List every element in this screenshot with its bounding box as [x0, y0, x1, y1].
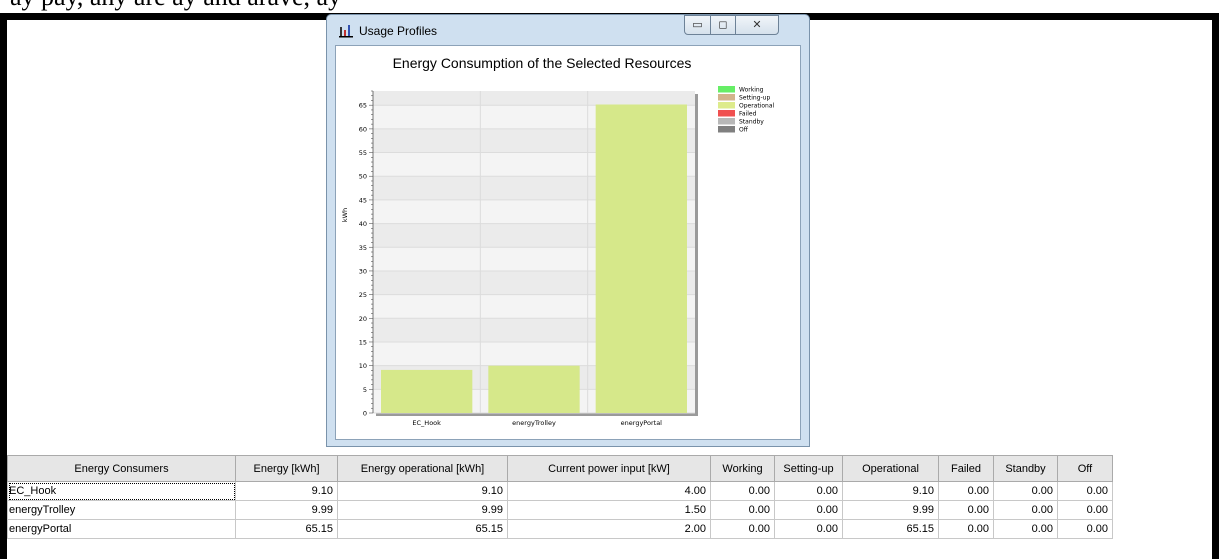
- legend-label: Operational: [739, 103, 775, 110]
- x-tick-label: energyPortal: [621, 419, 663, 427]
- column-header[interactable]: Failed: [938, 455, 994, 482]
- y-axis-label: kWh: [341, 208, 349, 222]
- value-cell: 0.00: [1057, 519, 1113, 539]
- legend-swatch: [718, 118, 735, 125]
- value-cell: 9.99: [235, 500, 338, 520]
- maximize-icon: ◻: [718, 18, 728, 31]
- y-tick-label: 40: [359, 220, 367, 228]
- value-cell: 4.00: [507, 481, 711, 501]
- column-header[interactable]: Standby: [993, 455, 1058, 482]
- legend-label: Off: [739, 127, 749, 134]
- table-row[interactable]: EC_Hook 9.10 9.10 4.00 0.00 0.00 9.10 0.00 0.00 0…: [7, 481, 1113, 501]
- y-tick-label: 60: [359, 125, 367, 133]
- y-tick-label: 15: [359, 338, 367, 346]
- bar-energytrolley: [488, 365, 580, 413]
- frame-left-border: [0, 13, 7, 559]
- y-tick-label: 20: [359, 315, 367, 323]
- value-cell: 9.10: [235, 481, 338, 501]
- column-header[interactable]: Working: [710, 455, 775, 482]
- legend-label: Setting-up: [739, 95, 770, 102]
- table-row[interactable]: energyTrolley 9.99 9.99 1.50 0.00 0.00 9.99 0.0…: [7, 500, 1113, 520]
- value-cell: 0.00: [993, 500, 1058, 520]
- bar-energyportal: [595, 104, 687, 413]
- frame-right-border: [1212, 13, 1219, 559]
- y-tick-label: 35: [359, 244, 367, 252]
- consumer-name-cell: energyPortal: [7, 519, 236, 539]
- top-caption: ay pay, any are ay and arave, ay: [10, 0, 341, 12]
- legend-label: Working: [739, 87, 764, 94]
- value-cell: 9.10: [842, 481, 939, 501]
- value-cell: 0.00: [774, 519, 843, 539]
- value-cell: 9.99: [337, 500, 508, 520]
- close-icon: ✕: [752, 18, 762, 31]
- value-cell: 0.00: [938, 481, 994, 501]
- energy-bar-chart: Energy Consumption of the Selected Resou…: [341, 55, 775, 427]
- table-header-row: Energy Consumers Energy [kWh] Energy opera…: [7, 455, 1113, 482]
- window-title: Usage Profiles: [359, 24, 438, 38]
- minimize-button[interactable]: ▭: [684, 15, 711, 35]
- legend-swatch: [718, 110, 735, 117]
- y-tick-label: 45: [359, 196, 367, 204]
- column-header[interactable]: Operational: [842, 455, 939, 482]
- column-header[interactable]: Current power input [kW]: [507, 455, 711, 482]
- window-titlebar[interactable]: Usage Profiles ▭ ◻ ✕: [327, 15, 809, 45]
- value-cell: 0.00: [710, 519, 775, 539]
- column-header[interactable]: Energy operational [kWh]: [337, 455, 508, 482]
- y-tick-label: 30: [359, 267, 367, 275]
- consumer-name-cell: EC_Hook: [7, 481, 236, 501]
- legend-swatch: [718, 126, 735, 133]
- usage-profiles-window[interactable]: Usage Profiles ▭ ◻ ✕ Energy Consumption …: [326, 14, 810, 447]
- value-cell: 0.00: [1057, 481, 1113, 501]
- value-cell: 0.00: [938, 500, 994, 520]
- y-tick-label: 5: [363, 386, 367, 394]
- energy-consumers-table: Energy Consumers Energy [kWh] Energy opera…: [7, 455, 1113, 539]
- y-tick-label: 55: [359, 149, 367, 157]
- value-cell: 65.15: [235, 519, 338, 539]
- chart-title: Energy Consumption of the Selected Resou…: [393, 55, 692, 71]
- legend-swatch: [718, 102, 735, 109]
- y-tick-label: 0: [363, 410, 367, 418]
- value-cell: 65.15: [337, 519, 508, 539]
- minimize-icon: ▭: [692, 18, 703, 31]
- column-header[interactable]: Energy [kWh]: [235, 455, 338, 482]
- x-tick-label: EC_Hook: [412, 419, 441, 427]
- y-tick-label: 25: [359, 291, 367, 299]
- grid-band: [373, 91, 695, 106]
- y-tick-label: 10: [359, 362, 367, 370]
- maximize-button[interactable]: ◻: [710, 15, 736, 35]
- value-cell: 0.00: [774, 500, 843, 520]
- value-cell: 1.50: [507, 500, 711, 520]
- legend-swatch: [718, 86, 735, 93]
- legend-label: Failed: [739, 111, 757, 118]
- value-cell: 9.10: [337, 481, 508, 501]
- value-cell: 0.00: [710, 481, 775, 501]
- x-tick-label: energyTrolley: [512, 419, 556, 427]
- bar-ec_hook: [381, 369, 473, 413]
- close-button[interactable]: ✕: [735, 15, 779, 35]
- column-header[interactable]: Energy Consumers: [7, 455, 236, 482]
- value-cell: 9.99: [842, 500, 939, 520]
- column-header[interactable]: Setting-up: [774, 455, 843, 482]
- legend-label: Standby: [739, 119, 764, 126]
- value-cell: 0.00: [938, 519, 994, 539]
- bar-chart-app-icon: [339, 25, 353, 38]
- chart-panel: Energy Consumption of the Selected Resou…: [335, 45, 801, 440]
- energy-consumers-table-wrap: Energy Consumers Energy [kWh] Energy opera…: [7, 455, 1212, 539]
- value-cell: 2.00: [507, 519, 711, 539]
- y-tick-label: 65: [359, 102, 367, 110]
- value-cell: 65.15: [842, 519, 939, 539]
- table-row[interactable]: energyPortal 65.15 65.15 2.00 0.00 0.00 65.15 0…: [7, 519, 1113, 539]
- legend-swatch: [718, 94, 735, 101]
- table-body: EC_Hook 9.10 9.10 4.00 0.00 0.00 9.10 0.00 0.00 0…: [7, 481, 1113, 539]
- value-cell: 0.00: [993, 519, 1058, 539]
- value-cell: 0.00: [1057, 500, 1113, 520]
- y-tick-label: 50: [359, 173, 367, 181]
- value-cell: 0.00: [710, 500, 775, 520]
- value-cell: 0.00: [993, 481, 1058, 501]
- value-cell: 0.00: [774, 481, 843, 501]
- consumer-name-cell: energyTrolley: [7, 500, 236, 520]
- column-header[interactable]: Off: [1057, 455, 1113, 482]
